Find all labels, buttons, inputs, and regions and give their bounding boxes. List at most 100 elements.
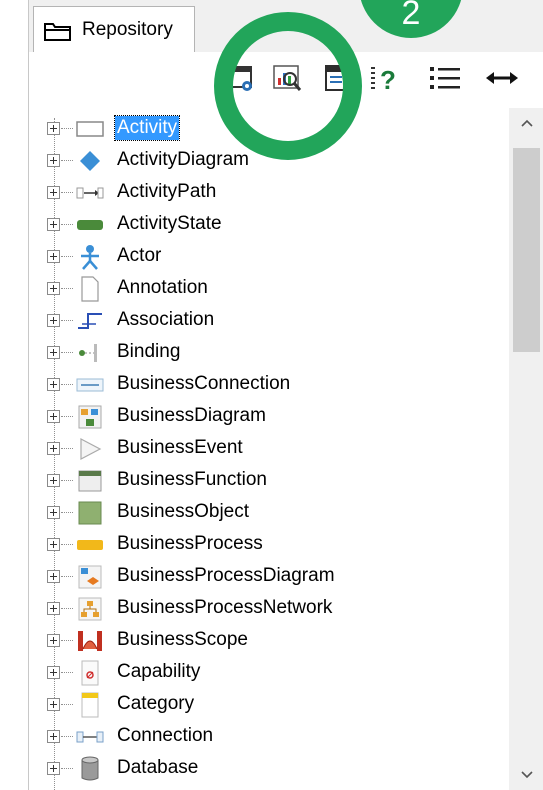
list-view-button[interactable] xyxy=(427,62,463,98)
tree-item-label: Activity xyxy=(113,115,181,141)
tree-item-category[interactable]: Category xyxy=(29,689,509,721)
tree-item-label: BusinessConnection xyxy=(117,373,291,394)
double-arrow-icon xyxy=(486,68,518,93)
tree-connector xyxy=(61,416,73,417)
tree-item-businessdiagram[interactable]: BusinessDiagram xyxy=(29,401,509,433)
tree-connector xyxy=(61,352,73,353)
tree-item-actor[interactable]: Actor xyxy=(29,241,509,273)
scroll-up-icon[interactable] xyxy=(509,108,543,138)
tree-connector xyxy=(61,544,73,545)
expand-toggle[interactable] xyxy=(47,602,60,615)
expand-toggle[interactable] xyxy=(47,538,60,551)
tree-item-label: Association xyxy=(117,309,215,330)
tree-connector xyxy=(61,640,73,641)
tree-item-association[interactable]: Association xyxy=(29,305,509,337)
expand-toggle[interactable] xyxy=(47,634,60,647)
tree-item-activitystate[interactable]: ActivityState xyxy=(29,209,509,241)
expand-width-button[interactable] xyxy=(484,62,520,98)
tree-connector xyxy=(61,576,73,577)
expand-toggle[interactable] xyxy=(47,250,60,263)
vertical-scrollbar[interactable] xyxy=(509,108,543,790)
list-icon xyxy=(428,63,462,98)
scroll-down-icon[interactable] xyxy=(509,760,543,790)
tree-item-businessprocessdiagram[interactable]: BusinessProcessDiagram xyxy=(29,561,509,593)
category-icon xyxy=(74,692,106,718)
connection-icon xyxy=(74,725,106,749)
tree-connector xyxy=(61,608,73,609)
business-connection-icon xyxy=(74,373,106,397)
business-process-network-icon xyxy=(74,597,106,621)
expand-toggle[interactable] xyxy=(47,698,60,711)
annotation-icon xyxy=(74,276,106,302)
actor-icon xyxy=(74,245,106,270)
tree-connector xyxy=(61,480,73,481)
expand-toggle[interactable] xyxy=(47,378,60,391)
business-object-icon xyxy=(74,501,106,525)
expand-toggle[interactable] xyxy=(47,762,60,775)
tree-item-businessscope[interactable]: BusinessScope xyxy=(29,625,509,657)
tree-item-label: Actor xyxy=(117,245,162,266)
left-margin xyxy=(0,0,28,790)
tree-item-businessobject[interactable]: BusinessObject xyxy=(29,497,509,529)
tree-item-binding[interactable]: Binding xyxy=(29,337,509,369)
business-process-diagram-icon xyxy=(74,565,106,589)
tree-item-activitypath[interactable]: ActivityPath xyxy=(29,177,509,209)
tree-connector xyxy=(61,288,73,289)
association-icon xyxy=(74,309,106,333)
expand-toggle[interactable] xyxy=(47,346,60,359)
expand-toggle[interactable] xyxy=(47,730,60,743)
tree-item-label: BusinessProcessDiagram xyxy=(117,565,335,586)
business-scope-icon xyxy=(74,629,106,653)
tree-item-connection[interactable]: Connection xyxy=(29,721,509,753)
repository-tree[interactable]: Activity ActivityDiagram ActivityPath Ac… xyxy=(29,108,509,790)
tree-item-businessfunction[interactable]: BusinessFunction xyxy=(29,465,509,497)
tab-label: Repository xyxy=(82,19,173,40)
tree-connector xyxy=(61,448,73,449)
tree-connector xyxy=(61,224,73,225)
business-function-icon xyxy=(74,469,106,493)
expand-toggle[interactable] xyxy=(47,122,60,135)
expand-toggle[interactable] xyxy=(47,186,60,199)
activity-path-icon xyxy=(74,181,106,205)
tree-item-businessconnection[interactable]: BusinessConnection xyxy=(29,369,509,401)
expand-toggle[interactable] xyxy=(47,410,60,423)
highlight-circle xyxy=(214,12,362,160)
tree-item-label: Binding xyxy=(117,341,181,362)
tree-item-label: Database xyxy=(117,757,199,778)
tree-item-businessprocessnetwork[interactable]: BusinessProcessNetwork xyxy=(29,593,509,625)
expand-toggle[interactable] xyxy=(47,218,60,231)
tree-item-label: BusinessEvent xyxy=(117,437,243,458)
tree-item-label: ActivityState xyxy=(117,213,222,234)
tree-item-database[interactable]: Database xyxy=(29,753,509,785)
show-help-button[interactable]: ? xyxy=(369,62,405,98)
tree-connector xyxy=(61,768,73,769)
tree-item-capability[interactable]: Capability xyxy=(29,657,509,689)
expand-toggle[interactable] xyxy=(47,506,60,519)
tree-item-label: Connection xyxy=(117,725,214,746)
svg-text:?: ? xyxy=(380,65,396,93)
capability-icon xyxy=(74,660,106,686)
expand-toggle[interactable] xyxy=(47,282,60,295)
expand-toggle[interactable] xyxy=(47,474,60,487)
expand-toggle[interactable] xyxy=(47,154,60,167)
tree-item-businessevent[interactable]: BusinessEvent xyxy=(29,433,509,465)
business-event-icon xyxy=(74,437,106,461)
expand-toggle[interactable] xyxy=(47,314,60,327)
tree-item-annotation[interactable]: Annotation xyxy=(29,273,509,305)
activity-icon xyxy=(74,117,106,141)
tab-repository[interactable]: Repository xyxy=(33,6,195,52)
tree-item-label: BusinessDiagram xyxy=(117,405,266,426)
tree-connector xyxy=(61,128,73,129)
tree-connector xyxy=(61,512,73,513)
tree-item-businessprocess[interactable]: BusinessProcess xyxy=(29,529,509,561)
expand-toggle[interactable] xyxy=(47,442,60,455)
expand-toggle[interactable] xyxy=(47,666,60,679)
activity-state-icon xyxy=(74,213,106,237)
activity-diagram-icon xyxy=(74,149,106,173)
database-icon xyxy=(74,756,106,781)
expand-toggle[interactable] xyxy=(47,570,60,583)
folder-icon xyxy=(44,21,72,46)
tree-item-label: ActivityPath xyxy=(117,181,217,202)
scroll-thumb[interactable] xyxy=(513,148,540,352)
tree-item-label: BusinessProcessNetwork xyxy=(117,597,333,618)
